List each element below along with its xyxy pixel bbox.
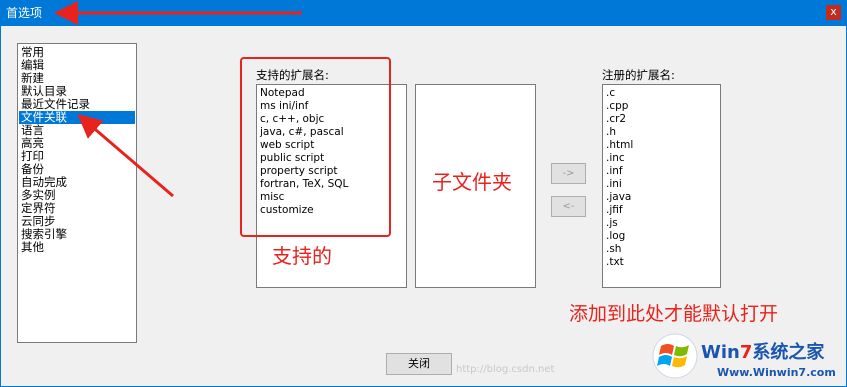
list-item[interactable]: .cpp bbox=[606, 100, 628, 113]
list-item[interactable]: .jfif bbox=[606, 204, 623, 217]
add-extension-button[interactable]: -> bbox=[551, 163, 586, 184]
remove-extension-button[interactable]: <- bbox=[551, 196, 586, 217]
list-item[interactable]: .inf bbox=[606, 165, 623, 178]
watermark-url: Www.Winwin7.com bbox=[717, 366, 836, 379]
annotation-add-here: 添加到此处才能默认打开 bbox=[569, 303, 779, 325]
watermark-brand: Win7系统之家 bbox=[701, 338, 824, 364]
watermark-brand-rest: 系统之家 bbox=[752, 342, 825, 363]
list-item[interactable]: .cr2 bbox=[606, 113, 626, 126]
list-item[interactable]: .sh bbox=[606, 243, 621, 256]
watermark-brand-win: Win bbox=[701, 342, 740, 363]
annotation-subfolder: 子文件夹 bbox=[432, 170, 512, 194]
title-bar: 首选项 x bbox=[0, 0, 847, 26]
list-item[interactable]: .txt bbox=[606, 256, 624, 269]
registered-extensions-list[interactable]: .c .cpp .cr2 .h .html .inc .inf .ini .java .jfif.… bbox=[602, 84, 721, 288]
list-item[interactable]: .inc bbox=[606, 152, 625, 165]
list-item[interactable]: .log bbox=[606, 230, 625, 243]
list-item[interactable]: .ini bbox=[606, 178, 622, 191]
annotation-supported: 支持的 bbox=[272, 244, 332, 268]
window-close-button[interactable]: x bbox=[826, 5, 841, 20]
category-list[interactable]: 常用 编辑 新建 默认目录 最近文件记录 文件关联 语言 高亮 打印 备份 自动完成 多实例 定界符 云同… bbox=[17, 43, 137, 343]
list-item[interactable]: .html bbox=[606, 139, 633, 152]
watermark-brand-7: 7 bbox=[739, 342, 753, 363]
list-item[interactable]: .java bbox=[606, 191, 631, 204]
list-item[interactable]: .h bbox=[606, 126, 616, 139]
category-item[interactable]: 其他 bbox=[19, 241, 135, 254]
window-title: 首选项 bbox=[6, 6, 43, 20]
close-dialog-button[interactable]: 关闭 bbox=[386, 353, 452, 375]
blog-watermark: http://blog.csdn.net bbox=[456, 364, 555, 375]
windows-logo-icon bbox=[652, 333, 698, 379]
list-item[interactable]: .c bbox=[606, 87, 615, 100]
list-item[interactable]: .js bbox=[606, 217, 618, 230]
supported-highlight-box bbox=[240, 57, 391, 237]
registered-extensions-label: 注册的扩展名: bbox=[602, 68, 675, 82]
